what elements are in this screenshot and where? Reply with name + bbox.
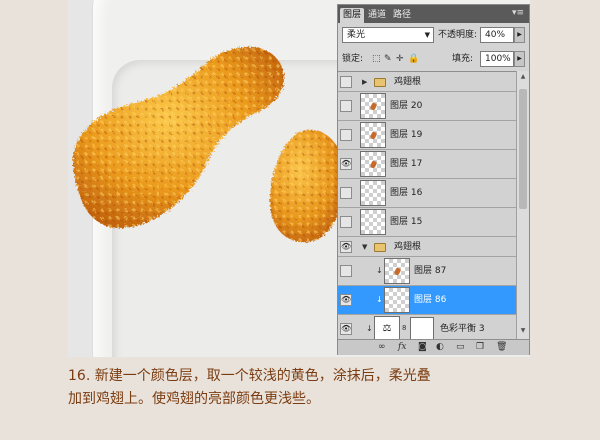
lock-all-icon[interactable]: 🔒: [408, 53, 419, 65]
layer-name: 图层 17: [390, 159, 423, 169]
layer-mask-thumbnail: [410, 317, 434, 340]
clipping-arrow-icon: ↓: [366, 324, 373, 333]
expand-arrow-icon[interactable]: ▶: [362, 77, 367, 87]
blend-mode-value: 柔光: [347, 30, 366, 40]
lock-label: 锁定:: [342, 54, 364, 64]
visibility-toggle[interactable]: [340, 265, 352, 277]
layer-row[interactable]: 图层 20: [338, 92, 516, 121]
layer-thumbnail: [360, 180, 386, 206]
color-balance-icon: ⚖: [374, 316, 400, 340]
scroll-thumb[interactable]: [519, 89, 527, 209]
layer-thumbnail: [360, 122, 386, 148]
layer-row[interactable]: ↓ 图层 87: [338, 257, 516, 286]
scroll-down-icon[interactable]: ▼: [518, 327, 528, 334]
layer-name: 图层 87: [414, 266, 447, 276]
fx-icon[interactable]: fx: [398, 342, 406, 353]
folder-icon: [374, 243, 386, 252]
eye-icon[interactable]: 👁: [340, 294, 352, 306]
fill-input[interactable]: 100%: [480, 51, 514, 67]
scroll-up-icon[interactable]: ▲: [518, 73, 528, 80]
fill-stepper[interactable]: ▶: [514, 51, 525, 67]
mask-icon[interactable]: ◙: [418, 342, 427, 353]
layers-scrollbar[interactable]: ▲ ▼: [516, 71, 529, 339]
lock-pixels-icon[interactable]: ✎: [384, 53, 392, 65]
layer-name: 图层 20: [390, 101, 423, 111]
chicken-drumstick-image: [73, 47, 285, 229]
layer-name: 鸡翅根: [394, 242, 422, 252]
eye-icon[interactable]: 👁: [340, 158, 352, 170]
layer-row[interactable]: 👁 ↓ ⚖ 8 色彩平衡 3: [338, 315, 516, 340]
chain-link-icon[interactable]: 8: [402, 324, 406, 332]
new-layer-icon[interactable]: ❐: [476, 342, 484, 353]
layer-thumbnail: [384, 258, 410, 284]
layer-name: 图层 15: [390, 217, 423, 227]
visibility-toggle[interactable]: [340, 76, 352, 88]
layer-name: 图层 16: [390, 188, 423, 198]
opacity-input[interactable]: 40%: [480, 27, 514, 43]
visibility-toggle[interactable]: [340, 187, 352, 199]
layer-group-expanded[interactable]: 👁 ▼ 鸡翅根: [338, 237, 516, 257]
chicken-wing-image: [270, 129, 340, 243]
layer-name: 图层 19: [390, 130, 423, 140]
layers-panel: 图层 通道 路径 ▾≡ 柔光 ▼ 不透明度: 40% ▶ 锁定: ⬚ ✎ ✛ 🔒…: [337, 4, 530, 355]
lock-position-icon[interactable]: ✛: [396, 53, 404, 65]
panel-bottom-toolbar: ∞ fx ◙ ◐ ▭ ❐ 🗑: [338, 339, 529, 355]
layer-name: 鸡翅根: [394, 77, 422, 87]
clipping-arrow-icon: ↓: [376, 295, 383, 304]
layer-thumbnail: [360, 209, 386, 235]
visibility-toggle[interactable]: [340, 216, 352, 228]
opacity-value: 40%: [485, 30, 506, 40]
panel-menu-icon[interactable]: ▾≡: [512, 8, 524, 18]
fill-value: 100%: [485, 54, 511, 64]
opacity-label: 不透明度:: [438, 30, 478, 40]
blend-mode-select[interactable]: 柔光 ▼: [342, 27, 434, 43]
chevron-down-icon: ▼: [424, 31, 430, 39]
layer-thumbnail: [360, 93, 386, 119]
visibility-toggle[interactable]: [340, 129, 352, 141]
tab-layers[interactable]: 图层: [340, 8, 364, 23]
layer-thumbnail: [384, 287, 410, 313]
layer-row[interactable]: 图层 16: [338, 179, 516, 208]
layer-row[interactable]: 图层 15: [338, 208, 516, 237]
clipping-arrow-icon: ↓: [376, 266, 383, 275]
layer-group-collapsed[interactable]: ▶ 鸡翅根: [338, 72, 516, 92]
eye-icon[interactable]: 👁: [340, 241, 352, 253]
layer-name: 色彩平衡 3: [440, 324, 485, 334]
link-icon[interactable]: ∞: [378, 342, 386, 353]
fill-label: 填充:: [452, 54, 474, 64]
layer-name: 图层 86: [414, 295, 447, 305]
layers-list: ▶ 鸡翅根 图层 20 图层 19 👁 图层 17 图层 16 图层 15 👁 …: [338, 71, 516, 340]
folder-icon: [374, 78, 386, 87]
opacity-stepper[interactable]: ▶: [514, 27, 525, 43]
panel-tab-bar: 图层 通道 路径 ▾≡: [338, 5, 529, 23]
tab-paths[interactable]: 路径: [390, 8, 414, 23]
lock-transparency-icon[interactable]: ⬚: [372, 53, 381, 65]
trash-icon[interactable]: 🗑: [496, 342, 507, 353]
tab-channels[interactable]: 通道: [365, 8, 389, 23]
layer-row[interactable]: 👁 图层 17: [338, 150, 516, 179]
caption-line-1: 16. 新建一个颜色层，取一个较浅的黄色，涂抹后，柔光叠: [68, 368, 431, 384]
eye-icon[interactable]: 👁: [340, 323, 352, 335]
layer-thumbnail: [360, 151, 386, 177]
visibility-toggle[interactable]: [340, 100, 352, 112]
lock-fill-row: 锁定: ⬚ ✎ ✛ 🔒 填充: 100% ▶: [342, 51, 525, 69]
collapse-arrow-icon[interactable]: ▼: [362, 242, 367, 252]
tutorial-caption: 16. 新建一个颜色层，取一个较浅的黄色，涂抹后，柔光叠 加到鸡翅上。使鸡翅的亮…: [68, 365, 538, 411]
adjustment-icon[interactable]: ◐: [436, 342, 444, 353]
layer-row[interactable]: 图层 19: [338, 121, 516, 150]
caption-line-2: 加到鸡翅上。使鸡翅的亮部颜色更浅些。: [68, 391, 320, 407]
blend-opacity-row: 柔光 ▼ 不透明度: 40% ▶: [342, 27, 525, 45]
folder-icon[interactable]: ▭: [456, 342, 465, 353]
layer-row-selected[interactable]: 👁 ↓ 图层 86: [338, 286, 516, 315]
